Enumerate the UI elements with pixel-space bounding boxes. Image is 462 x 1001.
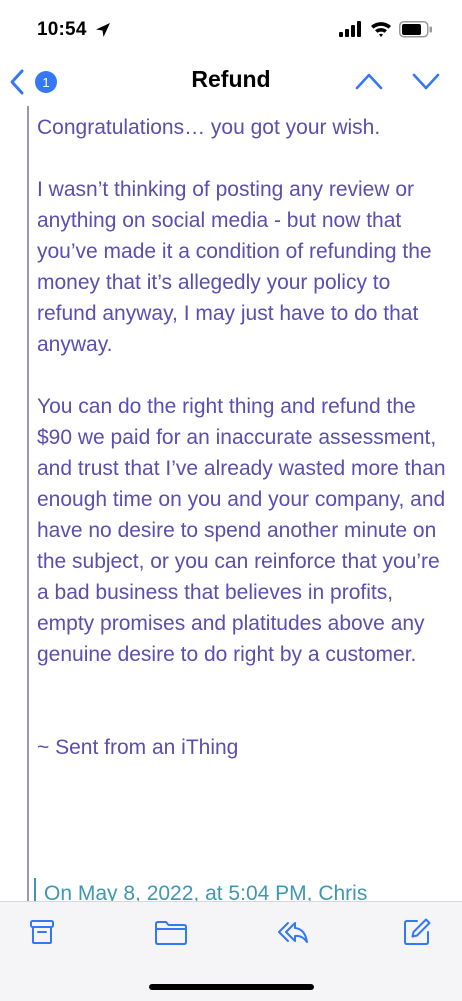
quoted-reply-bar <box>34 878 36 901</box>
page-title: Refund <box>191 66 271 92</box>
email-signature: ~ Sent from an iThing <box>37 736 239 759</box>
location-arrow-icon <box>96 23 110 37</box>
message-text: Congratulations… you got your wish. I wa… <box>37 112 452 763</box>
quoted-reply-header: On May 8, 2022, at 5:04 PM, Chris <box>44 882 368 901</box>
reply-icon[interactable] <box>276 917 310 947</box>
home-indicator[interactable] <box>149 984 314 990</box>
compose-icon[interactable] <box>402 917 432 947</box>
status-bar: 10:54 <box>0 0 462 56</box>
cellular-signal-icon <box>339 21 361 37</box>
message-paragraph: Congratulations… you got your wish. <box>37 116 381 139</box>
battery-icon <box>399 21 432 38</box>
message-paragraph: You can do the right thing and refund th… <box>37 395 446 666</box>
quote-bar <box>27 106 29 901</box>
message-body: Congratulations… you got your wish. I wa… <box>0 106 462 901</box>
previous-message-chevron-up-icon[interactable] <box>353 70 385 92</box>
archive-icon[interactable] <box>27 917 57 947</box>
status-time: 10:54 <box>37 19 87 40</box>
folder-icon[interactable] <box>154 917 188 947</box>
message-paragraph: I wasn’t thinking of posting any review … <box>37 178 432 356</box>
next-message-chevron-down-icon[interactable] <box>410 70 442 92</box>
wifi-icon <box>371 22 391 37</box>
navigation-bar: 1 Refund <box>0 56 462 106</box>
